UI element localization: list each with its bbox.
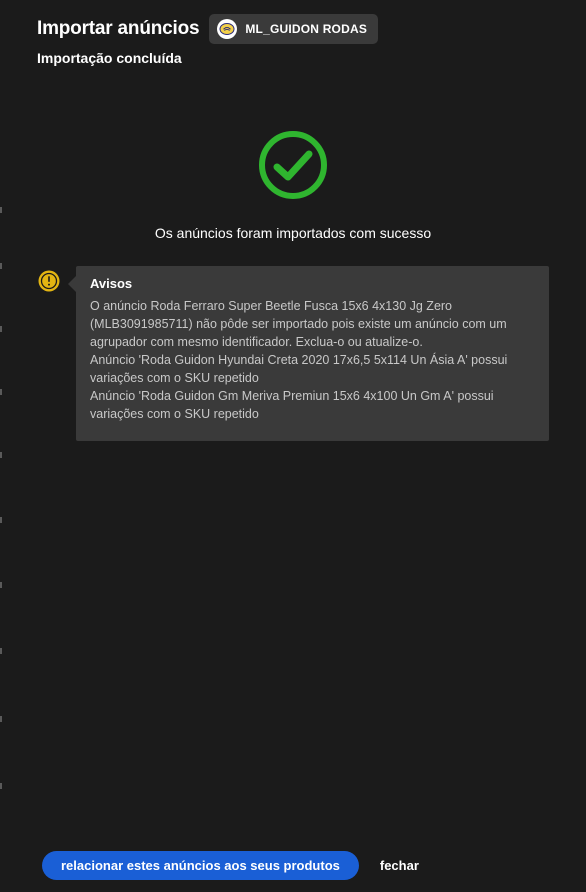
warning-message: Anúncio 'Roda Guidon Hyundai Creta 2020 … <box>90 353 508 385</box>
background-edge <box>0 517 2 523</box>
warning-message: O anúncio Roda Ferraro Super Beetle Fusc… <box>90 299 507 349</box>
background-edge <box>0 648 2 654</box>
background-edge <box>0 783 2 789</box>
warnings-panel: Avisos O anúncio Roda Ferraro Super Beet… <box>68 266 549 441</box>
background-edge <box>0 582 2 588</box>
warnings-title: Avisos <box>90 276 133 291</box>
background-edge <box>0 716 2 722</box>
dialog-actions: relacionar estes anúncios aos seus produ… <box>42 851 423 880</box>
title-row: Importar anúncios ML_GUIDON RODAS <box>37 14 566 44</box>
background-edge <box>0 207 2 213</box>
account-logo-icon <box>217 19 238 39</box>
success-message: Os anúncios foram importados com sucesso <box>154 225 432 241</box>
check-circle-icon <box>258 130 328 200</box>
account-name: ML_GUIDON RODAS <box>245 22 368 36</box>
import-dialog: Importar anúncios ML_GUIDON RODAS Import… <box>0 0 586 892</box>
dialog-subtitle: Importação concluída <box>37 50 182 66</box>
dialog-header: Importar anúncios ML_GUIDON RODAS Import… <box>37 14 566 66</box>
background-edge <box>0 263 2 269</box>
close-button[interactable]: fechar <box>376 858 423 873</box>
background-edge <box>0 452 2 458</box>
account-chip: ML_GUIDON RODAS <box>209 14 379 44</box>
dialog-title: Importar anúncios <box>37 18 200 39</box>
background-edge <box>0 326 2 332</box>
relate-products-button[interactable]: relacionar estes anúncios aos seus produ… <box>42 851 359 880</box>
warning-message: Anúncio 'Roda Guidon Gm Meriva Premiun 1… <box>90 389 494 421</box>
background-edge <box>0 389 2 395</box>
warning-icon <box>38 270 60 292</box>
